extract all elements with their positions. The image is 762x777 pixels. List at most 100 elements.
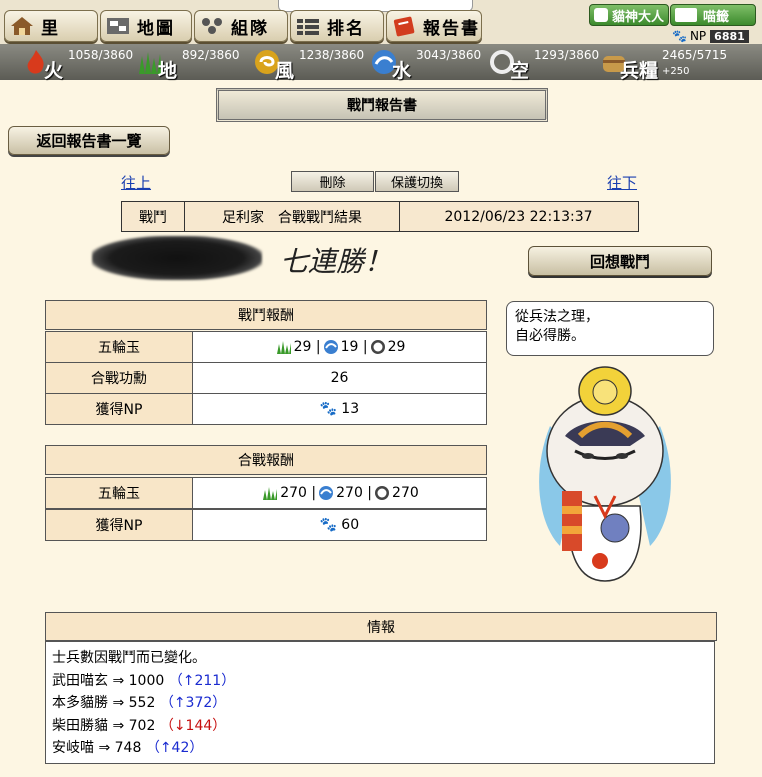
paw-icon: 🐾 — [319, 517, 338, 533]
nav-report-button[interactable]: 報告書 — [386, 10, 482, 42]
battle-reward-header: 戰鬥報酬 — [45, 300, 487, 330]
water-value: 19 — [340, 339, 359, 355]
np-value: 6881 — [710, 29, 749, 43]
resource-rice: 兵糧 2465/5715 +250 — [600, 44, 762, 82]
nav-ranking-button[interactable]: 排名 — [290, 10, 384, 42]
unit-row: 武田喵玄 ⇒ 1000 （↑211） — [52, 672, 236, 689]
separator: | — [306, 485, 317, 501]
battle-reward-merit-row: 合戰功勳 26 — [45, 362, 487, 394]
nav-team-button[interactable]: 組隊 — [194, 10, 288, 42]
lottery-icon — [675, 8, 697, 22]
nav-home-label: 里 — [41, 18, 60, 39]
merit-value: 26 — [330, 370, 349, 386]
paw-icon: 🐾 — [672, 29, 687, 43]
god-icon — [594, 8, 608, 22]
nav-report-label: 報告書 — [423, 18, 480, 39]
war-reward-np-row: 獲得NP 🐾 60 — [45, 509, 487, 541]
resource-wind: 風 1238/3860 — [253, 44, 371, 82]
war-reward-header: 合戰報酬 — [45, 445, 487, 475]
protect-label: 保護切換 — [390, 176, 443, 191]
np-value: 60 — [341, 517, 360, 533]
wind-label: 風 — [275, 60, 295, 82]
water-label: 水 — [392, 60, 412, 82]
next-link[interactable]: 往下 — [607, 172, 637, 193]
separator: | — [311, 339, 321, 355]
gems-label: 五輪玉 — [46, 332, 193, 362]
unit-row: 安岐喵 ⇒ 748 （↑42） — [52, 740, 204, 756]
speech-line-2: 自必得勝。 — [515, 328, 585, 344]
resource-sky: 空 1293/3860 — [488, 44, 606, 82]
recall-battle-button[interactable]: 回想戰鬥 — [528, 246, 712, 276]
streak-text: 七連勝！ — [280, 245, 393, 278]
battle-reward-gems-row: 五輪玉 29 | 19 | 29 — [45, 331, 487, 363]
separator: | — [362, 485, 373, 501]
back-label: 返回報告書一覽 — [36, 132, 142, 150]
gems-values: 270 | 270 | 270 — [193, 478, 486, 508]
god-button[interactable]: 貓神大人 — [589, 4, 669, 26]
protect-toggle-button[interactable]: 保護切換 — [375, 171, 459, 192]
earth-icon — [276, 341, 291, 354]
np-counter: 🐾 NP 6881 — [672, 28, 760, 44]
unit-delta: ↓144 — [173, 717, 213, 734]
np-value: 13 — [341, 401, 360, 417]
unit-name: 本多貓勝 — [52, 695, 108, 711]
sky-value: 1293/3860 — [534, 48, 600, 62]
report-date: 2012/06/23 22:13:37 — [444, 208, 593, 225]
unit-name: 安岐喵 — [52, 740, 94, 756]
war-reward-gems-row: 五輪玉 270 | 270 | 270 — [45, 477, 487, 509]
earth-value: 29 — [293, 339, 312, 355]
resource-fire: 火 1058/3860 — [22, 44, 134, 82]
delete-button[interactable]: 刪除 — [291, 171, 374, 192]
gems-values: 29 | 19 | 29 — [193, 332, 486, 362]
rice-label: 兵糧 — [620, 60, 659, 82]
unit-delta: ↑42 — [159, 740, 190, 756]
info-header: 情報 — [45, 612, 717, 641]
back-to-list-button[interactable]: 返回報告書一覽 — [8, 126, 170, 155]
resource-earth: 地 892/3860 — [136, 44, 246, 82]
wind-value: 1238/3860 — [299, 48, 365, 62]
paw-icon: 🐾 — [319, 401, 338, 417]
gems-label: 五輪玉 — [46, 478, 193, 508]
page-title: 戰鬥報告書 — [216, 88, 548, 122]
info-intro: 士兵數因戰鬥而已變化。 — [52, 650, 206, 666]
shop-label: 喵籤 — [703, 9, 730, 25]
god-label: 貓神大人 — [612, 9, 665, 25]
fire-label: 火 — [44, 60, 64, 82]
sky-value: 29 — [387, 339, 406, 355]
nav-team-label: 組隊 — [231, 18, 269, 39]
unit-delta: ↑211 — [182, 672, 222, 689]
sky-icon — [370, 340, 385, 354]
earth-value: 270 — [280, 485, 307, 501]
nav-map-label: 地圖 — [137, 18, 175, 39]
prev-link[interactable]: 往上 — [121, 172, 151, 193]
delete-label: 刪除 — [319, 176, 346, 191]
shop-button[interactable]: 喵籤 — [670, 4, 756, 26]
earth-icon — [263, 487, 278, 500]
map-icon — [105, 15, 131, 37]
sky-value: 270 — [392, 485, 419, 501]
fire-value: 1058/3860 — [68, 48, 134, 62]
unit-name: 武田喵玄 — [52, 672, 108, 689]
nav-home-button[interactable]: 里 — [4, 10, 98, 42]
page-title-text: 戰鬥報告書 — [347, 98, 417, 114]
speech-bubble: 從兵法之理， 自必得勝。 — [506, 301, 714, 356]
sky-icon — [375, 486, 390, 500]
earth-value: 892/3860 — [182, 48, 240, 62]
earth-label: 地 — [158, 60, 178, 82]
nav-ranking-label: 排名 — [327, 18, 365, 39]
water-icon — [323, 340, 338, 354]
recall-label: 回想戰鬥 — [589, 252, 650, 271]
report-title: 足利家 合戰戰鬥結果 — [185, 202, 400, 231]
np-value-cell: 🐾 13 — [193, 394, 486, 424]
np-label: 獲得NP — [46, 510, 193, 540]
np-label: 獲得NP — [46, 394, 193, 424]
info-box: 士兵數因戰鬥而已變化。 武田喵玄 ⇒ 1000 （↑211） 本多貓勝 ⇒ 55… — [45, 641, 715, 764]
samurai-cat-portrait — [539, 366, 671, 582]
battle-reward-np-row: 獲得NP 🐾 13 — [45, 393, 487, 425]
unit-row: 本多貓勝 ⇒ 552 （↑372） — [52, 695, 227, 711]
ranking-icon — [295, 15, 321, 37]
rice-sub: +250 — [662, 66, 690, 77]
np-label: NP — [689, 29, 707, 43]
nav-map-button[interactable]: 地圖 — [100, 10, 192, 42]
unit-value: 552 — [128, 695, 156, 711]
